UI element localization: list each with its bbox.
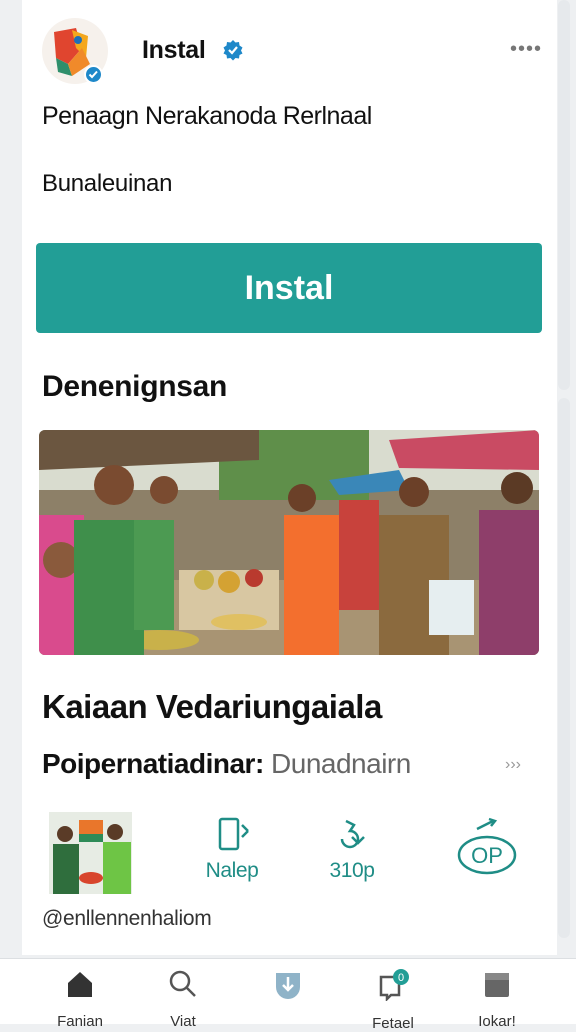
nav-item-search[interactable]: Viat — [138, 969, 228, 1030]
scrollbar-track[interactable] — [558, 398, 570, 938]
search-icon — [169, 970, 196, 997]
more-options-icon[interactable]: •••• — [510, 38, 542, 61]
notification-icon: 0 — [379, 969, 409, 1001]
stat-downloads: 310p — [302, 815, 402, 883]
download-shield-icon — [276, 973, 300, 999]
market-photo — [39, 430, 539, 655]
stat-size: Nalep — [182, 815, 282, 883]
verified-small-icon — [84, 65, 103, 84]
scrollbar-track-top[interactable] — [558, 0, 570, 390]
age-rating-icon: OP — [457, 817, 517, 875]
section-title: Denenignsan — [42, 370, 228, 403]
nav-label-search: Viat — [170, 1013, 196, 1030]
nav-item-home[interactable]: Fanian — [35, 969, 125, 1030]
app-detail-card: Instal •••• Penaagn Nerakanoda Rerlnaal … — [22, 0, 557, 955]
nav-item-library[interactable]: Iokar! — [452, 969, 542, 1030]
stat-size-label: Nalep — [205, 859, 259, 882]
feature-label-light: Dunadnairn — [271, 748, 411, 779]
download-icon — [340, 819, 365, 849]
app-name: Instal — [142, 36, 206, 64]
home-icon — [68, 972, 92, 997]
app-subtitle: Penaagn Nerakanoda Rerlnaal — [42, 102, 372, 130]
nav-item-updates[interactable] — [243, 969, 333, 1015]
feature-label-bold: Poipernatiadinar: — [42, 748, 264, 779]
notification-badge: 0 — [398, 972, 404, 984]
nav-label-library: Iokar! — [478, 1013, 516, 1030]
developer-handle[interactable]: @enllennenhaliom — [42, 907, 212, 931]
phone-icon — [218, 817, 249, 851]
nav-item-notifications[interactable]: 0 Fetael — [348, 969, 438, 1032]
feature-label: Poipernatiadinar: Dunadnairn — [42, 748, 411, 780]
library-icon — [485, 973, 509, 997]
bottom-navigation: Fanian Viat 0 Fetael Iokar! — [0, 958, 576, 1032]
stat-rating: OP — [442, 815, 532, 877]
install-button[interactable]: Instal — [36, 243, 542, 333]
verified-badge-icon — [223, 40, 243, 61]
app-category: Bunaleuinan — [42, 170, 173, 197]
screenshot-thumbnail[interactable] — [49, 812, 132, 894]
chevron-right-icon[interactable]: ››› — [505, 756, 521, 774]
nav-label-home: Fanian — [57, 1013, 103, 1030]
age-rating-badge: OP — [471, 843, 503, 868]
app-header: Instal •••• — [42, 18, 542, 84]
stat-downloads-label: 310p — [329, 859, 375, 882]
feature-title: Kaiaan Vedariungaiala — [42, 688, 382, 725]
